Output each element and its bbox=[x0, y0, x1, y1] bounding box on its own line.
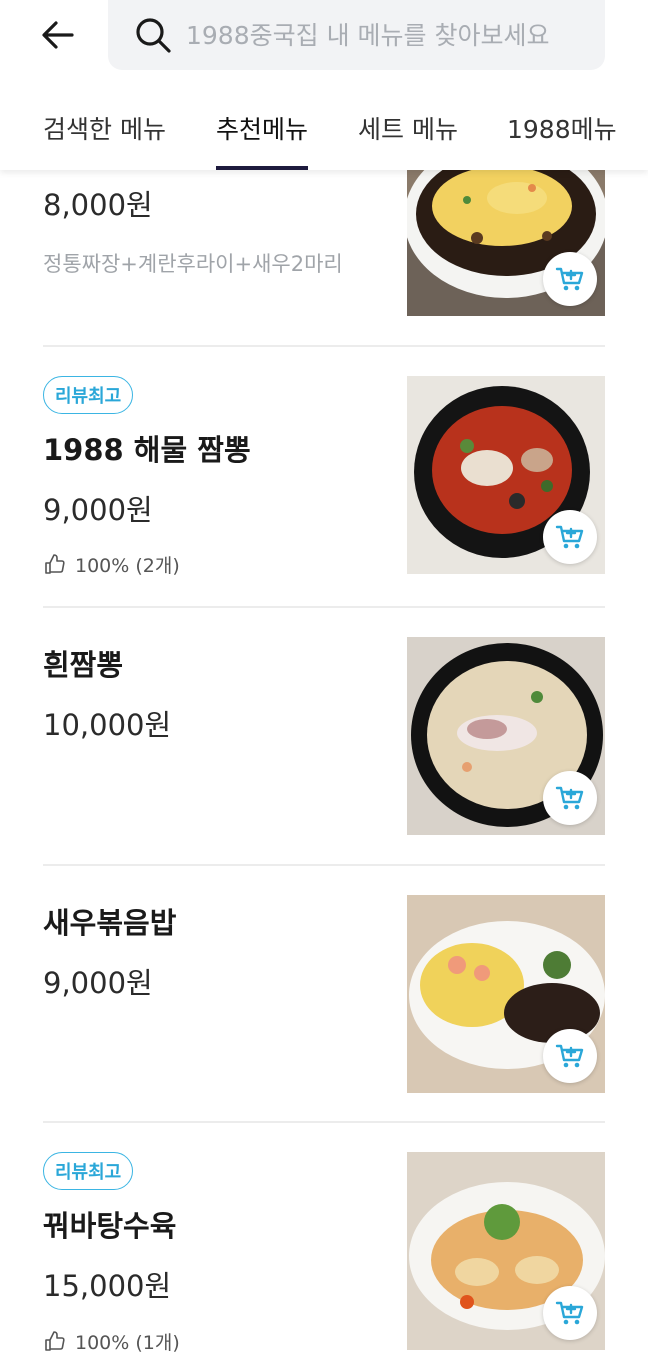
top-bar: 검색한 메뉴 추천메뉴 세트 메뉴 1988메뉴 bbox=[0, 0, 648, 170]
menu-item[interactable]: 흰짬뽕 10,000원 bbox=[0, 608, 648, 865]
tab-searched-menu[interactable]: 검색한 메뉴 bbox=[43, 110, 166, 170]
search-input[interactable] bbox=[184, 19, 578, 51]
menu-name: 흰짬뽕 bbox=[43, 648, 124, 682]
menu-item[interactable]: 리뷰최고 1988 해물 짬뽕 9,000원 100% (2개) bbox=[0, 347, 648, 607]
tab-1988-menu[interactable]: 1988메뉴 bbox=[507, 110, 617, 170]
menu-image-sweet-sour-pork[interactable] bbox=[407, 1152, 605, 1350]
review-rating: 100% (2개) bbox=[43, 551, 180, 578]
menu-price: 9,000원 bbox=[43, 966, 153, 1000]
add-to-cart-button[interactable] bbox=[543, 771, 597, 825]
menu-name: 꿔바탕수육 bbox=[43, 1209, 177, 1243]
back-button[interactable] bbox=[30, 14, 86, 56]
search-bar[interactable] bbox=[108, 0, 605, 70]
review-best-badge: 리뷰최고 bbox=[43, 376, 134, 414]
thumbs-up-icon bbox=[43, 1330, 67, 1354]
tab-recommended-menu[interactable]: 추천메뉴 bbox=[216, 110, 309, 170]
add-to-cart-button[interactable] bbox=[543, 510, 597, 564]
search-icon bbox=[134, 16, 172, 54]
menu-price: 15,000원 bbox=[43, 1269, 172, 1303]
menu-item[interactable]: 리뷰최고 꿔바탕수육 15,000원 100% (1개) bbox=[0, 1123, 648, 1363]
add-to-cart-button[interactable] bbox=[543, 252, 597, 306]
tab-set-menu[interactable]: 세트 메뉴 bbox=[358, 110, 458, 170]
review-rating: 100% (1개) bbox=[43, 1328, 180, 1355]
thumbs-up-icon bbox=[43, 553, 67, 577]
menu-price: 9,000원 bbox=[43, 493, 153, 527]
menu-price: 10,000원 bbox=[43, 708, 172, 742]
review-best-badge: 리뷰최고 bbox=[43, 1152, 134, 1190]
menu-price: 8,000원 bbox=[43, 188, 153, 222]
menu-image-shrimp-fried-rice[interactable] bbox=[407, 895, 605, 1093]
menu-name: 새우볶음밥 bbox=[43, 906, 177, 940]
menu-name: 1988 해물 짬뽕 bbox=[43, 433, 251, 467]
add-to-cart-button[interactable] bbox=[543, 1286, 597, 1340]
add-to-cart-button[interactable] bbox=[543, 1029, 597, 1083]
menu-image-white-jjamppong[interactable] bbox=[407, 637, 605, 835]
menu-tabs: 검색한 메뉴 추천메뉴 세트 메뉴 1988메뉴 bbox=[0, 100, 648, 170]
menu-item[interactable]: 새우볶음밥 9,000원 bbox=[0, 866, 648, 1122]
review-text: 100% (1개) bbox=[75, 1332, 180, 1354]
menu-description: 정통짜장+계란후라이+새우2마리 bbox=[43, 252, 343, 276]
menu-image-jjamppong[interactable] bbox=[407, 376, 605, 574]
review-text: 100% (2개) bbox=[75, 555, 180, 577]
arrow-left-icon bbox=[42, 21, 74, 49]
